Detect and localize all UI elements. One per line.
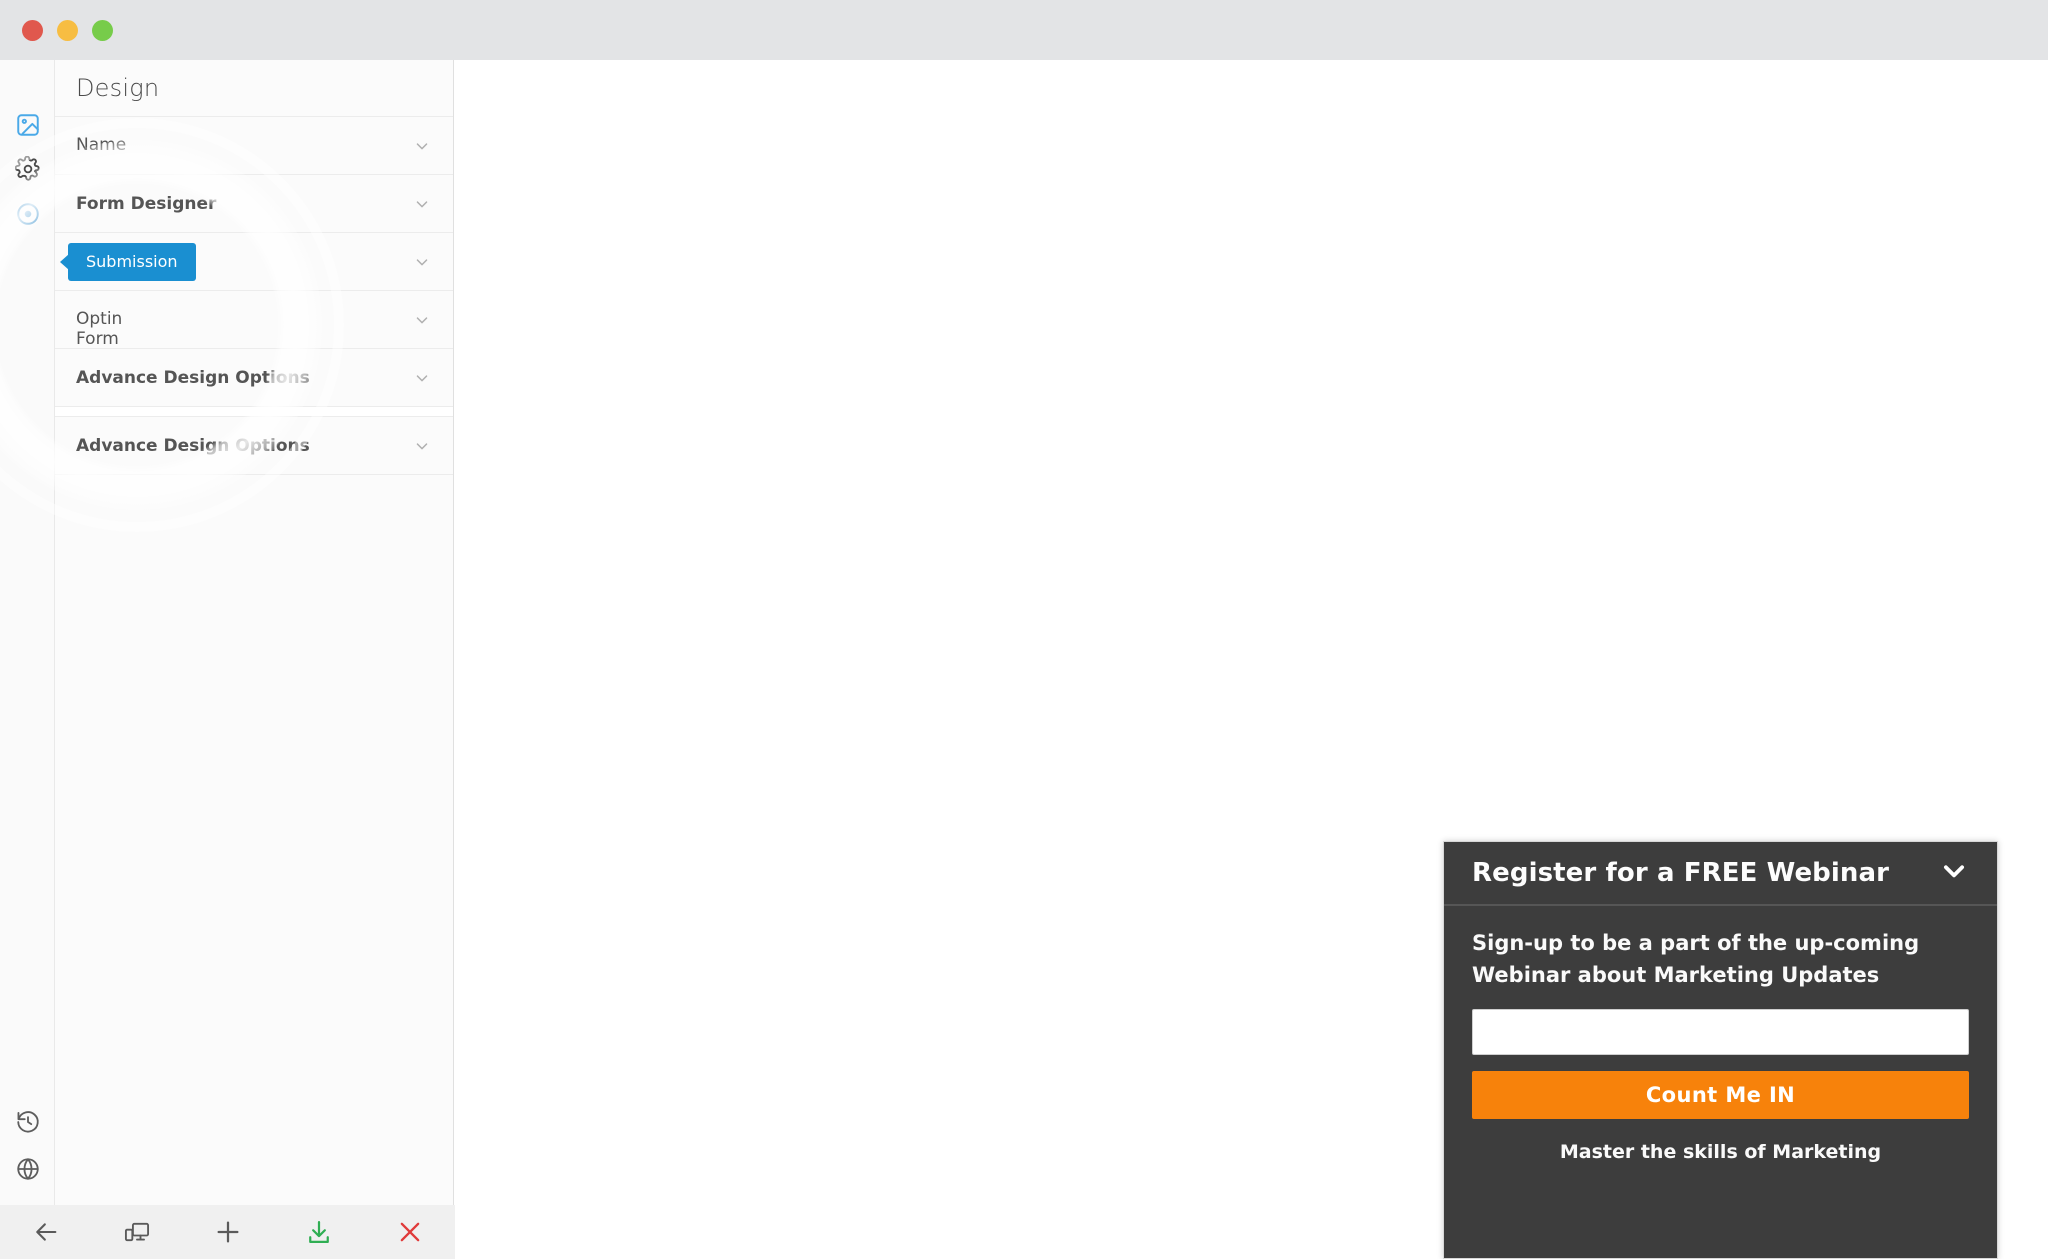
window-close-button[interactable] <box>22 20 43 41</box>
accordion-row-form-designer[interactable]: Form Designer <box>55 175 453 233</box>
chevron-down-icon[interactable] <box>413 253 431 271</box>
panel-header: Design <box>55 60 453 117</box>
submission-tooltip: Submission <box>55 233 196 291</box>
chevron-down-icon[interactable] <box>413 311 431 329</box>
panel-empty-area <box>55 475 453 1259</box>
design-panel: Design Name Form Designer Submission Opt… <box>55 60 454 1259</box>
target-icon[interactable] <box>8 194 48 234</box>
image-icon[interactable] <box>8 105 48 145</box>
chevron-down-icon[interactable] <box>1939 856 1969 890</box>
app-window: Design Name Form Designer Submission Opt… <box>0 0 2048 1259</box>
email-field[interactable] <box>1472 1009 1969 1055</box>
optin-form-subtitle: Sign-up to be a part of the up-coming We… <box>1472 931 1920 987</box>
accordion-label: Name <box>76 135 127 155</box>
globe-icon[interactable] <box>8 1149 48 1189</box>
accordion-label: Advance Design Options <box>76 367 310 388</box>
chevron-down-icon[interactable] <box>413 437 431 455</box>
bottom-toolbar <box>0 1205 455 1259</box>
optin-form-footer: Master the skills of Marketing <box>1559 1141 1882 1163</box>
add-button[interactable] <box>182 1205 273 1259</box>
window-zoom-button[interactable] <box>92 20 113 41</box>
accordion-row-optin-form[interactable]: Optin Form <box>55 291 453 349</box>
optin-form-widget[interactable]: Register for a FREE Webinar Sign-up to b… <box>1443 841 1998 1259</box>
accordion-label: Form Designer <box>76 193 217 214</box>
panel-section-gap <box>55 407 453 417</box>
accordion-row-submission[interactable]: Submission <box>55 233 453 291</box>
optin-form-body: Sign-up to be a part of the up-coming We… <box>1444 906 1997 1163</box>
back-button[interactable] <box>0 1205 91 1259</box>
traffic-lights <box>22 20 113 41</box>
chevron-down-icon[interactable] <box>413 369 431 387</box>
history-icon[interactable] <box>8 1102 48 1142</box>
chevron-down-icon[interactable] <box>413 195 431 213</box>
icon-rail <box>0 60 55 1205</box>
optin-form-title: Register for a FREE Webinar <box>1472 858 1890 888</box>
accordion-label: Optin Form <box>76 309 123 349</box>
accordion-label: Advance Design Options <box>76 435 310 456</box>
submit-button[interactable]: Count Me IN <box>1472 1071 1969 1119</box>
window-minimize-button[interactable] <box>57 20 78 41</box>
accordion-row-advance-design-options-2[interactable]: Advance Design Options <box>55 417 453 475</box>
gear-icon[interactable] <box>8 149 48 189</box>
accordion-row-name[interactable]: Name <box>55 117 453 175</box>
submission-badge[interactable]: Submission <box>60 243 196 281</box>
close-x-icon[interactable] <box>364 1205 455 1259</box>
accordion-row-advance-design-options-1[interactable]: Advance Design Options <box>55 349 453 407</box>
chevron-down-icon[interactable] <box>413 137 431 155</box>
responsive-preview-button[interactable] <box>91 1205 182 1259</box>
page-title: Design <box>76 74 160 102</box>
optin-form-header[interactable]: Register for a FREE Webinar <box>1444 842 1997 906</box>
window-titlebar <box>0 0 2048 60</box>
download-icon[interactable] <box>273 1205 364 1259</box>
